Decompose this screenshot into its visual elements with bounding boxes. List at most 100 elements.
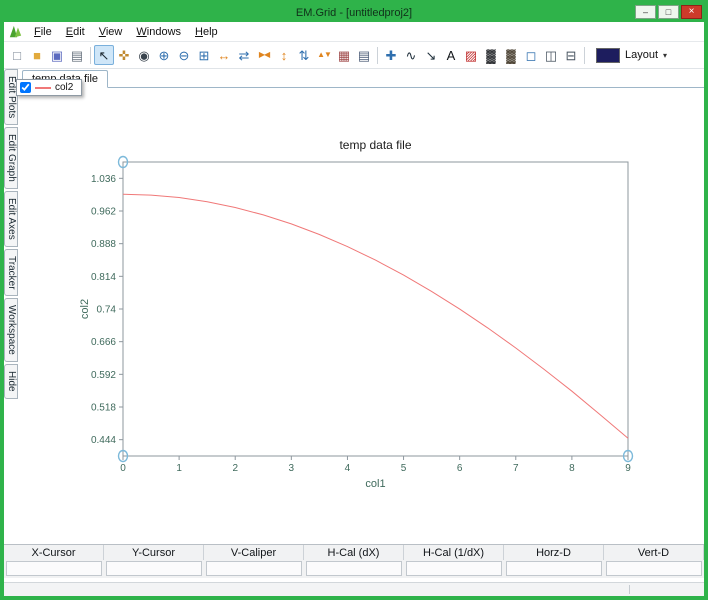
svg-text:0.962: 0.962 [91, 207, 116, 218]
caliper-header-v-caliper: V-Caliper [204, 545, 304, 560]
minimize-button[interactable]: – [635, 5, 656, 19]
maximize-button[interactable]: □ [658, 5, 679, 19]
caliper-value-y-cursor [106, 561, 202, 576]
menu-edit[interactable]: Edit [59, 25, 92, 39]
arrow-annotation-button[interactable]: ↘ [421, 45, 441, 65]
caliper-header-h-cal-dx: H-Cal (dX) [304, 545, 404, 560]
chart-svg[interactable]: temp data file0.4440.5180.5920.6660.740.… [75, 136, 640, 496]
grid-button[interactable]: ▤ [354, 45, 374, 65]
legend-label: col2 [55, 82, 73, 93]
zoom-out-button[interactable]: ⊖ [174, 45, 194, 65]
new-file-button[interactable]: □ [7, 45, 27, 65]
scroll-y-button[interactable]: ⇅ [294, 45, 314, 65]
legend-line [35, 87, 51, 89]
sidebar-tab-edit-graph[interactable]: Edit Graph [4, 127, 18, 189]
chevron-down-icon: ▾ [663, 51, 667, 60]
svg-text:0.888: 0.888 [91, 239, 116, 250]
svg-text:col1: col1 [365, 478, 385, 490]
caliper-header-vert-d: Vert-D [604, 545, 704, 560]
document-tabbar: temp data file [20, 69, 704, 88]
toolbar-separator [377, 47, 378, 64]
menu-view[interactable]: View [92, 25, 130, 39]
palette-button[interactable]: ▨ [461, 45, 481, 65]
sidebar-tab-workspace[interactable]: Workspace [4, 298, 18, 362]
layout-swatch-icon [596, 48, 620, 63]
sidebar-tab-tracker[interactable]: Tracker [4, 249, 18, 297]
app-window: EM.Grid - [untitledproj2] – □ × File Edi… [0, 0, 708, 600]
caliper-header-horz-d: Horz-D [504, 545, 604, 560]
caliper-header-h-cal-1dx: H-Cal (1/dX) [404, 545, 504, 560]
expand-y-button[interactable]: ▲▼ [314, 45, 334, 65]
svg-text:2: 2 [232, 463, 238, 474]
caliper-value-v-caliper [206, 561, 302, 576]
vsplit-button[interactable]: ◫ [541, 45, 561, 65]
waterfall-button[interactable]: ▓ [501, 45, 521, 65]
caliper-value-h-cal-1dx [406, 561, 502, 576]
probe-tool-button[interactable]: ◉ [134, 45, 154, 65]
side-tab-strip: Edit Plots Edit Graph Edit Axes Tracker … [4, 69, 20, 544]
select-tool-button[interactable]: ↖ [94, 45, 114, 65]
legend-col2-checkbox[interactable] [20, 82, 31, 93]
add-marker-button[interactable]: ✚ [381, 45, 401, 65]
text-annotation-button[interactable]: A [441, 45, 461, 65]
sidebar-tab-edit-plots[interactable]: Edit Plots [4, 69, 18, 125]
caliper-value-x-cursor [6, 561, 102, 576]
window-controls: – □ × [635, 5, 702, 19]
legend-popup: col2 [16, 79, 82, 96]
spectrogram-button[interactable]: ▓ [481, 45, 501, 65]
toolbar-separator [584, 47, 585, 64]
tracker-tool-button[interactable]: ∿ [401, 45, 421, 65]
caliper-header-y-cursor: Y-Cursor [104, 545, 204, 560]
sidebar-tab-hide[interactable]: Hide [4, 364, 18, 399]
svg-text:8: 8 [569, 463, 575, 474]
statusbar-divider [629, 585, 630, 594]
app-logo-icon [9, 25, 22, 38]
sidebar-tab-edit-axes[interactable]: Edit Axes [4, 191, 18, 247]
pan-tool-button[interactable]: ✜ [114, 45, 134, 65]
titlebar[interactable]: EM.Grid - [untitledproj2] – □ × [4, 4, 704, 22]
svg-text:6: 6 [457, 463, 463, 474]
compress-x-button[interactable]: ▶◀ [254, 45, 274, 65]
autoscale-x-button[interactable]: ↔ [214, 45, 234, 65]
svg-text:1.036: 1.036 [91, 174, 116, 185]
svg-text:temp data file: temp data file [339, 138, 411, 152]
hsplit-button[interactable]: ⊟ [561, 45, 581, 65]
scroll-x-button[interactable]: ⇄ [234, 45, 254, 65]
caliper-readout-table: X-Cursor Y-Cursor V-Caliper H-Cal (dX) H… [4, 544, 704, 578]
svg-text:1: 1 [176, 463, 182, 474]
svg-text:0.74: 0.74 [97, 305, 117, 316]
menu-help[interactable]: Help [188, 25, 225, 39]
svg-text:7: 7 [513, 463, 519, 474]
print-button[interactable]: ▤ [67, 45, 87, 65]
caliper-value-horz-d [506, 561, 602, 576]
chart-container: temp data file0.4440.5180.5920.6660.740.… [75, 136, 640, 501]
statusbar [4, 582, 704, 596]
svg-text:0: 0 [120, 463, 126, 474]
svg-text:0.814: 0.814 [91, 272, 116, 283]
menubar: File Edit View Windows Help [4, 22, 704, 42]
frame-button[interactable]: ◻ [521, 45, 541, 65]
zoom-in-button[interactable]: ⊕ [154, 45, 174, 65]
menu-windows[interactable]: Windows [129, 25, 188, 39]
caliper-value-vert-d [606, 561, 702, 576]
zoom-region-button[interactable]: ⊞ [194, 45, 214, 65]
svg-text:0.518: 0.518 [91, 403, 116, 414]
layout-label: Layout [625, 49, 658, 61]
data-table-button[interactable]: ▦ [334, 45, 354, 65]
plot-region: temp data file0.4440.5180.5920.6660.740.… [20, 88, 704, 544]
autoscale-y-button[interactable]: ↕ [274, 45, 294, 65]
toolbar-separator [90, 47, 91, 64]
caliper-header-x-cursor: X-Cursor [4, 545, 104, 560]
main-area: temp data file temp data file 0.444 0.518 0… [20, 69, 704, 544]
svg-text:0.666: 0.666 [91, 337, 116, 348]
open-file-button[interactable]: ■ [27, 45, 47, 65]
close-button[interactable]: × [681, 5, 702, 19]
workspace-body: Edit Plots Edit Graph Edit Axes Tracker … [4, 69, 704, 544]
menu-file[interactable]: File [27, 25, 59, 39]
svg-text:4: 4 [345, 463, 351, 474]
svg-text:0.444: 0.444 [91, 435, 116, 446]
save-button[interactable]: ▣ [47, 45, 67, 65]
toolbar-icons: □■▣▤↖✜◉⊕⊖⊞↔⇄▶◀↕⇅▲▼▦▤✚∿↘A▨▓▓◻◫⊟ [7, 45, 588, 65]
caliper-value-h-cal-dx [306, 561, 402, 576]
layout-dropdown[interactable]: Layout ▾ [592, 46, 671, 65]
